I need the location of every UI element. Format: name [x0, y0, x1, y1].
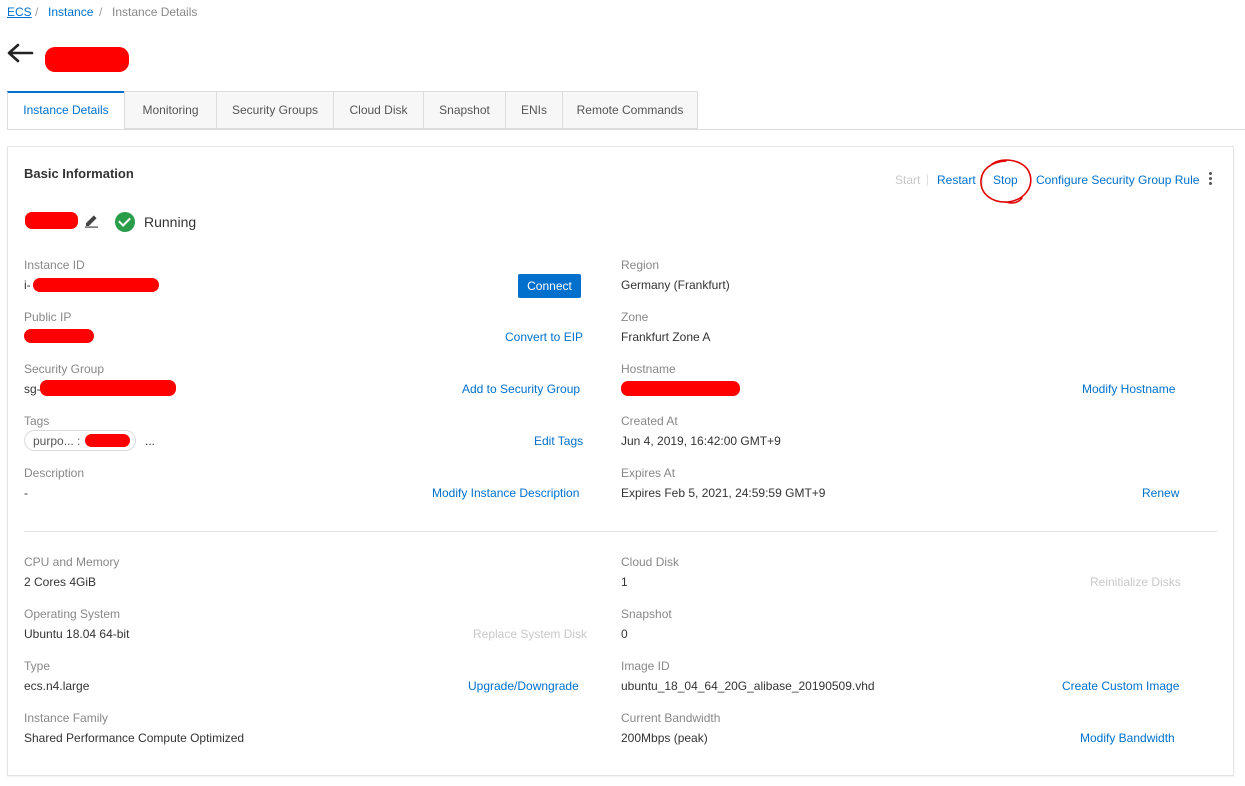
breadcrumb-separator: / — [35, 5, 39, 19]
description-label: Description — [24, 466, 85, 480]
bandwidth-value: 200Mbps (peak) — [621, 731, 708, 745]
instance-id-prefix: i- — [24, 278, 31, 292]
snapshot-label: Snapshot — [621, 607, 672, 621]
os-label: Operating System — [24, 607, 121, 621]
cloud-disk-value: 1 — [621, 575, 628, 589]
edit-tags-link[interactable]: Edit Tags — [534, 434, 583, 448]
cloud-disk-label: Cloud Disk — [621, 555, 680, 569]
renew-link[interactable]: Renew — [1142, 486, 1179, 500]
section-divider — [24, 531, 1217, 532]
bandwidth-label: Current Bandwidth — [621, 711, 721, 725]
check-circle-icon — [115, 212, 135, 232]
page-title-redacted — [45, 47, 129, 72]
breadcrumb-ecs-link[interactable]: ECS — [7, 5, 32, 19]
tab-security-groups[interactable]: Security Groups — [216, 91, 333, 129]
tab-cloud-disk[interactable]: Cloud Disk — [333, 91, 423, 129]
hostname-label: Hostname — [621, 362, 676, 376]
type-label: Type — [24, 659, 51, 673]
tab-monitoring[interactable]: Monitoring — [124, 91, 216, 129]
more-vertical-icon[interactable] — [1209, 172, 1213, 188]
section-title: Basic Information — [24, 166, 134, 181]
os-value: Ubuntu 18.04 64-bit — [24, 627, 130, 641]
created-at-label: Created At — [621, 414, 678, 428]
add-to-security-group-link[interactable]: Add to Security Group — [462, 382, 580, 396]
tags-label: Tags — [24, 414, 50, 428]
image-id-value: ubuntu_18_04_64_20G_alibase_20190509.vhd — [621, 679, 875, 693]
region-label: Region — [621, 258, 660, 272]
start-button[interactable]: Start — [895, 173, 920, 187]
image-id-label: Image ID — [621, 659, 670, 673]
action-separator: | — [926, 172, 930, 186]
type-value: ecs.n4.large — [24, 679, 90, 693]
expires-at-value: Expires Feb 5, 2021, 24:59:59 GMT+9 — [621, 486, 826, 500]
tag-key: purpo... : — [33, 434, 81, 448]
modify-bandwidth-link[interactable]: Modify Bandwidth — [1080, 731, 1175, 745]
snapshot-value: 0 — [621, 627, 628, 641]
tab-enis[interactable]: ENIs — [505, 91, 562, 129]
restart-button[interactable]: Restart — [937, 173, 976, 187]
breadcrumb-current: Instance Details — [112, 5, 198, 19]
zone-value: Frankfurt Zone A — [621, 330, 711, 344]
modify-instance-description-link[interactable]: Modify Instance Description — [432, 486, 579, 500]
region-value: Germany (Frankfurt) — [621, 278, 730, 292]
reinitialize-disks-link[interactable]: Reinitialize Disks — [1090, 575, 1181, 589]
instance-id-label: Instance ID — [24, 258, 85, 272]
instance-family-label: Instance Family — [24, 711, 109, 725]
tab-remote-commands[interactable]: Remote Commands — [562, 91, 698, 129]
security-group-prefix: sg- — [24, 382, 41, 396]
tab-instance-details[interactable]: Instance Details — [7, 91, 124, 130]
status-text: Running — [144, 214, 197, 230]
arrow-left-icon[interactable] — [6, 42, 34, 64]
upgrade-downgrade-link[interactable]: Upgrade/Downgrade — [468, 679, 579, 693]
tag-value-redacted — [85, 434, 130, 447]
configure-security-group-rule-button[interactable]: Configure Security Group Rule — [1036, 173, 1199, 187]
security-group-redacted — [40, 380, 176, 396]
breadcrumb-separator: / — [99, 5, 103, 19]
create-custom-image-link[interactable]: Create Custom Image — [1062, 679, 1179, 693]
expires-at-label: Expires At — [621, 466, 676, 480]
pencil-icon[interactable] — [84, 213, 99, 228]
cpu-memory-value: 2 Cores 4GiB — [24, 575, 97, 589]
public-ip-redacted — [24, 329, 94, 343]
connect-button[interactable]: Connect — [518, 274, 581, 298]
created-at-value: Jun 4, 2019, 16:42:00 GMT+9 — [621, 434, 781, 448]
annotation-circle — [980, 159, 1032, 204]
zone-label: Zone — [621, 310, 649, 324]
security-group-label: Security Group — [24, 362, 105, 376]
instance-id-redacted — [33, 278, 159, 292]
breadcrumb-instance-link[interactable]: Instance — [48, 5, 93, 19]
instance-name-redacted — [25, 212, 78, 229]
tags-more[interactable]: ... — [145, 434, 155, 448]
replace-system-disk-link[interactable]: Replace System Disk — [473, 627, 587, 641]
description-value: - — [24, 486, 28, 500]
cpu-memory-label: CPU and Memory — [24, 555, 120, 569]
public-ip-label: Public IP — [24, 310, 72, 324]
convert-to-eip-link[interactable]: Convert to EIP — [505, 330, 583, 344]
modify-hostname-link[interactable]: Modify Hostname — [1082, 382, 1175, 396]
hostname-redacted — [621, 381, 740, 396]
tab-bar-underline — [7, 129, 1245, 130]
instance-family-value: Shared Performance Compute Optimized — [24, 731, 245, 745]
tab-snapshot[interactable]: Snapshot — [423, 91, 505, 129]
